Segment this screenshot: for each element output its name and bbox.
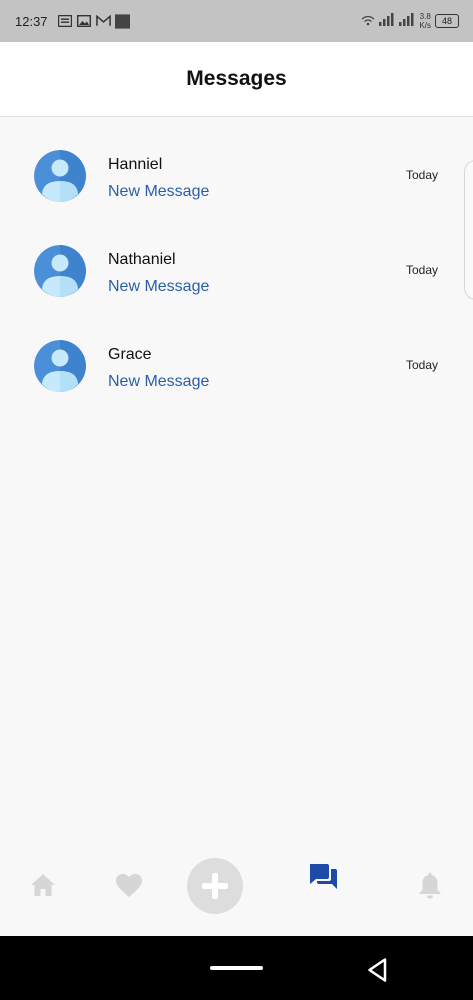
app-square-icon (114, 13, 130, 29)
message-time: Today (405, 263, 438, 277)
nav-notifications-button[interactable] (415, 868, 445, 902)
contact-name: Hanniel (108, 156, 163, 173)
speed-value: 3.8 (419, 12, 431, 21)
back-triangle-icon (368, 958, 387, 982)
image-icon (77, 15, 92, 28)
message-row[interactable]: Hanniel New Message Today (0, 117, 473, 212)
message-time: Today (405, 358, 438, 372)
battery-indicator: 48 (435, 14, 459, 28)
contact-name: Grace (108, 346, 152, 363)
notification-icons (58, 13, 130, 29)
message-preview: New Message (108, 373, 210, 390)
system-status-icons: 3.8 K/s 48 (361, 0, 459, 42)
app-header: Messages (0, 42, 473, 117)
messages-icon (310, 864, 337, 889)
message-time: Today (405, 168, 438, 182)
status-bar: 12:37 3.8 K/s 48 (0, 0, 473, 42)
home-icon (31, 874, 55, 896)
system-nav-bar (0, 936, 473, 1000)
avatar (34, 150, 86, 202)
mail-icon (95, 15, 111, 28)
nav-favorites-button[interactable] (113, 870, 145, 900)
status-time: 12:37 (15, 13, 48, 29)
avatar (34, 340, 86, 392)
page-title: Messages (186, 67, 287, 90)
bottom-nav (0, 850, 473, 936)
message-preview: New Message (108, 183, 210, 200)
bell-icon (419, 872, 441, 899)
signal-icon (379, 13, 395, 29)
message-list: Hanniel New Message Today Nathaniel New … (0, 117, 473, 402)
printer-icon (58, 15, 73, 28)
home-gesture-pill[interactable] (210, 966, 263, 970)
nav-home-button[interactable] (28, 870, 58, 900)
wifi-icon (361, 14, 375, 29)
nav-messages-button[interactable] (305, 858, 341, 894)
signal-icon-2 (399, 13, 415, 29)
heart-icon (116, 873, 142, 897)
message-row[interactable]: Grace New Message Today (0, 307, 473, 402)
network-speed: 3.8 K/s (419, 12, 431, 30)
nav-add-button[interactable] (187, 858, 243, 914)
message-row[interactable]: Nathaniel New Message Today (0, 212, 473, 307)
speed-unit: K/s (419, 21, 431, 30)
message-preview: New Message (108, 278, 210, 295)
add-icon (202, 873, 228, 899)
back-button[interactable] (364, 956, 392, 984)
contact-name: Nathaniel (108, 251, 176, 268)
avatar (34, 245, 86, 297)
